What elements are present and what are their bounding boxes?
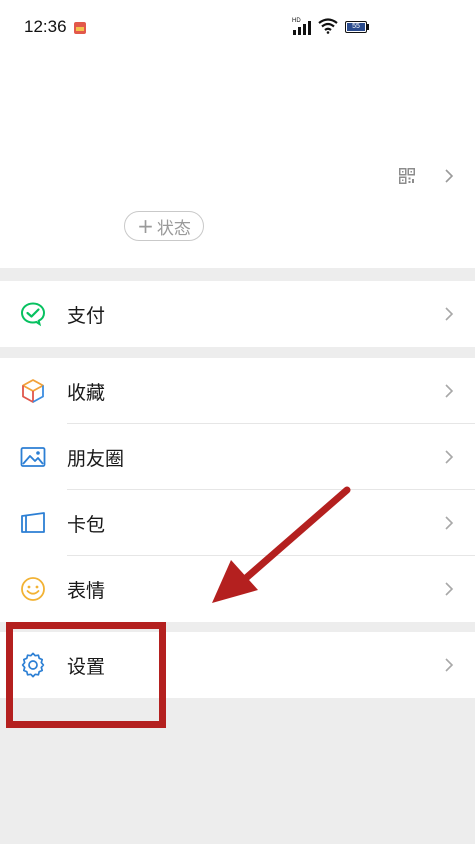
chevron-right-icon xyxy=(445,307,454,321)
favorites-cube-icon xyxy=(22,379,44,403)
chevron-right-icon xyxy=(445,450,454,464)
highlight-box xyxy=(6,622,166,728)
signal-icon: HD xyxy=(292,18,311,35)
pay-label: 支付 xyxy=(67,304,106,327)
network-type-label: HD xyxy=(292,18,301,24)
chevron-right-icon[interactable] xyxy=(443,168,455,184)
pay-group: 支付 xyxy=(0,281,475,347)
menu-item-pay[interactable]: 支付 xyxy=(0,281,475,347)
menu-item-stickers[interactable]: 表情 xyxy=(0,556,475,622)
status-time: 12:36 xyxy=(24,17,67,36)
stickers-label: 表情 xyxy=(67,579,106,602)
moments-label: 朋友圈 xyxy=(67,447,125,470)
menu-item-favorites[interactable]: 收藏 xyxy=(0,358,475,424)
wifi-icon xyxy=(318,18,338,34)
plus-icon: + xyxy=(137,214,154,238)
chevron-right-icon xyxy=(445,658,454,672)
moments-picture-icon xyxy=(20,447,46,467)
cards-label: 卡包 xyxy=(67,513,106,536)
features-group: 收藏 朋友圈 卡包 表情 xyxy=(0,358,475,622)
menu-item-cards[interactable]: 卡包 xyxy=(0,490,475,556)
profile-header[interactable]: + 状态 xyxy=(0,56,475,268)
menu-item-moments[interactable]: 朋友圈 xyxy=(0,424,475,490)
battery-icon: 55 xyxy=(345,21,367,33)
chevron-right-icon xyxy=(445,516,454,530)
qr-code-icon[interactable] xyxy=(399,168,415,184)
notification-icon xyxy=(74,22,86,34)
chevron-right-icon xyxy=(445,384,454,398)
card-wallet-icon xyxy=(21,512,45,533)
chevron-right-icon xyxy=(445,582,454,596)
wechat-pay-icon xyxy=(20,302,46,327)
favorites-label: 收藏 xyxy=(67,381,106,404)
smiley-face-icon xyxy=(21,577,45,601)
status-bar: 12:36 HD 55 xyxy=(0,0,475,56)
add-status-button[interactable]: + 状态 xyxy=(124,211,204,241)
status-button-label: 状态 xyxy=(156,218,191,239)
battery-level: 55 xyxy=(347,23,365,31)
